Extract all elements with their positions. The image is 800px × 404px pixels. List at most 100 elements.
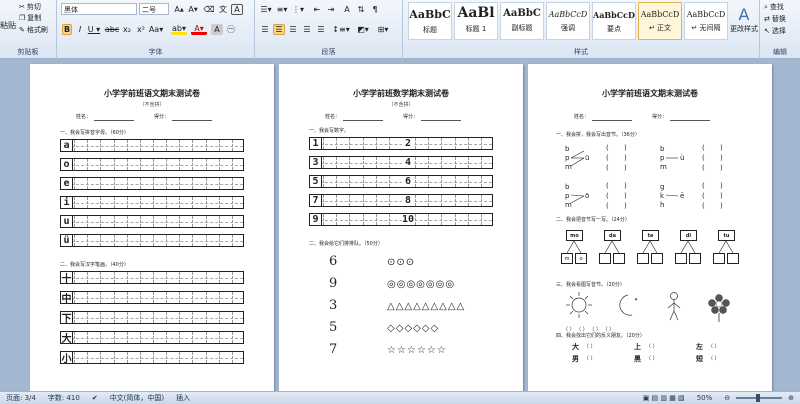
antonym-blank[interactable]: （ ） [708,355,720,362]
grow-font-icon[interactable]: A ▲ [173,4,185,15]
replace-button[interactable]: ⇄ 替换 [764,14,786,24]
writing-row[interactable]: 十 [60,271,244,285]
grid-divider [480,138,482,149]
shrink-font-icon[interactable]: A ▼ [187,4,199,15]
antonym-blank[interactable]: （ ） [708,343,720,350]
phonetic-guide-icon[interactable]: 文 [217,4,229,15]
line-spacing-icon[interactable]: ↕≡▾ [332,24,349,35]
antonym-blank[interactable]: （ ） [646,343,658,350]
font-size-select[interactable]: 二号 [139,3,169,15]
page-1[interactable]: 小学学前班语文期末测试卷 （不含拼） 姓名： 得分： 一、我会写拼音字母。（60… [30,64,274,394]
bold-button[interactable]: B [62,24,72,35]
style-heading1[interactable]: AaBl 标题 1 [454,2,498,40]
grid-divider [139,272,141,283]
page-2[interactable]: 小学学前班数学期末测试卷 （不含拼） 姓名： 得分： 一、我会写数字。 1234… [279,64,523,394]
select-button[interactable]: ↖ 选择 [764,26,786,36]
cut-button[interactable]: ✂ 剪切 [19,2,41,12]
grid-divider [323,157,325,168]
writing-row[interactable]: o [60,158,244,171]
style-strong[interactable]: AaBbCcD 要点 [592,2,636,40]
justify-icon[interactable]: ☰ [301,24,313,35]
page-3[interactable]: 小学学前班语文期末测试卷 姓名： 得分： 一、我会拼，我会写出音节。（36分） … [528,64,772,394]
name-blank[interactable] [592,120,632,121]
style-no-spacing[interactable]: AaBbCcD ↵ 无间隔 [684,2,728,40]
writing-row[interactable]: 78 [309,194,493,207]
writing-row[interactable]: 12 [309,137,493,150]
writing-row[interactable]: ü [60,234,244,247]
shading-icon[interactable]: ◩▾ [355,24,371,35]
writing-row[interactable]: 9 10 [309,213,493,226]
writing-row[interactable]: 中 [60,291,244,305]
font-color-icon[interactable]: A▾ [191,24,207,35]
superscript-button[interactable]: x² [135,24,147,35]
enclose-char-icon[interactable]: ㊀ [225,24,237,35]
antonym-blank[interactable]: （ ） [584,343,596,350]
score-blank[interactable] [172,120,212,121]
writing-row[interactable]: u [60,215,244,228]
paste-button[interactable]: 粘贴 [0,20,16,31]
underline-button[interactable]: U ▾ [87,24,101,35]
align-center-icon[interactable]: ☰ [273,24,285,35]
copy-button[interactable]: ❐ 复制 [19,13,41,23]
score-blank[interactable] [670,120,710,121]
distribute-icon[interactable]: ☰ [315,24,327,35]
align-right-icon[interactable]: ☰ [287,24,299,35]
change-styles-button[interactable]: A 更改样式 [730,5,758,34]
letter-sample: ü [61,235,73,246]
char-border-icon[interactable]: A [231,4,243,15]
writing-row[interactable]: 34 [309,156,493,169]
name-blank[interactable] [343,120,383,121]
grid-divider [139,216,141,227]
strikethrough-button[interactable]: abc [105,24,119,35]
find-button[interactable]: ⌕ 查找 [764,2,784,12]
grid-divider [218,140,220,151]
subscript-button[interactable]: x₂ [121,24,133,35]
highlight-icon[interactable]: ab▾ [171,24,187,35]
score-label: 得分： [403,114,419,120]
writing-row[interactable]: 小 [60,351,244,365]
decrease-indent-icon[interactable]: ⇤ [311,4,323,15]
connector-line [566,241,575,254]
italic-button[interactable]: I [75,24,85,35]
writing-row[interactable]: 56 [309,175,493,188]
insert-mode[interactable]: 插入 [170,393,196,403]
chinese-layout-icon[interactable]: A [341,4,353,15]
borders-icon[interactable]: ⊞▾ [375,24,391,35]
zoom-slider[interactable] [736,394,783,402]
font-family-select[interactable]: 黑体 [61,3,137,15]
multilevel-list-icon[interactable]: ⋮▾ [291,4,305,15]
view-buttons[interactable]: ▣ ▤ ▥ ▦ ▧ [637,394,691,402]
sort-icon[interactable]: ⇅ [355,4,367,15]
zoom-in-icon[interactable]: ⊕ [782,394,800,402]
style-normal[interactable]: AaBbCcD ↵ 正文 [638,2,682,40]
align-left-icon[interactable]: ☰ [259,24,271,35]
format-painter-button[interactable]: ✎ 格式刷 [19,25,48,35]
clear-format-icon[interactable]: ⌫ [203,4,215,15]
proofing-icon[interactable]: ✔ [86,394,104,402]
writing-row[interactable]: e [60,177,244,190]
name-blank[interactable] [94,120,134,121]
style-emphasis[interactable]: AaBbCcD 强调 [546,2,590,40]
word-count[interactable]: 字数: 410 [42,393,86,403]
zoom-level[interactable]: 50% [691,394,719,402]
increase-indent-icon[interactable]: ⇥ [325,4,337,15]
score-blank[interactable] [421,120,461,121]
grid-divider [415,157,417,168]
style-subtitle[interactable]: AaBbC 副标题 [500,2,544,40]
bullets-icon[interactable]: ☰▾ [259,4,273,15]
writing-row[interactable]: a [60,139,244,152]
antonym-blank[interactable]: （ ） [584,355,596,362]
language-indicator[interactable]: 中文(简体，中国) [104,393,170,403]
change-case-button[interactable]: Aa▾ [149,24,163,35]
writing-row[interactable]: 大 [60,331,244,345]
antonym-blank[interactable]: （ ） [646,355,658,362]
char-shading-icon[interactable]: A [211,24,223,35]
style-title[interactable]: AaBbC 标题 [408,2,452,40]
writing-row[interactable]: 下 [60,311,244,325]
writing-row[interactable]: i [60,196,244,209]
show-marks-icon[interactable]: ¶ [369,4,381,15]
numbering-icon[interactable]: ≡▾ [275,4,289,15]
page-count[interactable]: 页面: 3/4 [0,393,42,403]
document-area[interactable]: 小学学前班语文期末测试卷 （不含拼） 姓名： 得分： 一、我会写拼音字母。（60… [0,60,800,394]
zoom-out-icon[interactable]: ⊖ [718,394,736,402]
